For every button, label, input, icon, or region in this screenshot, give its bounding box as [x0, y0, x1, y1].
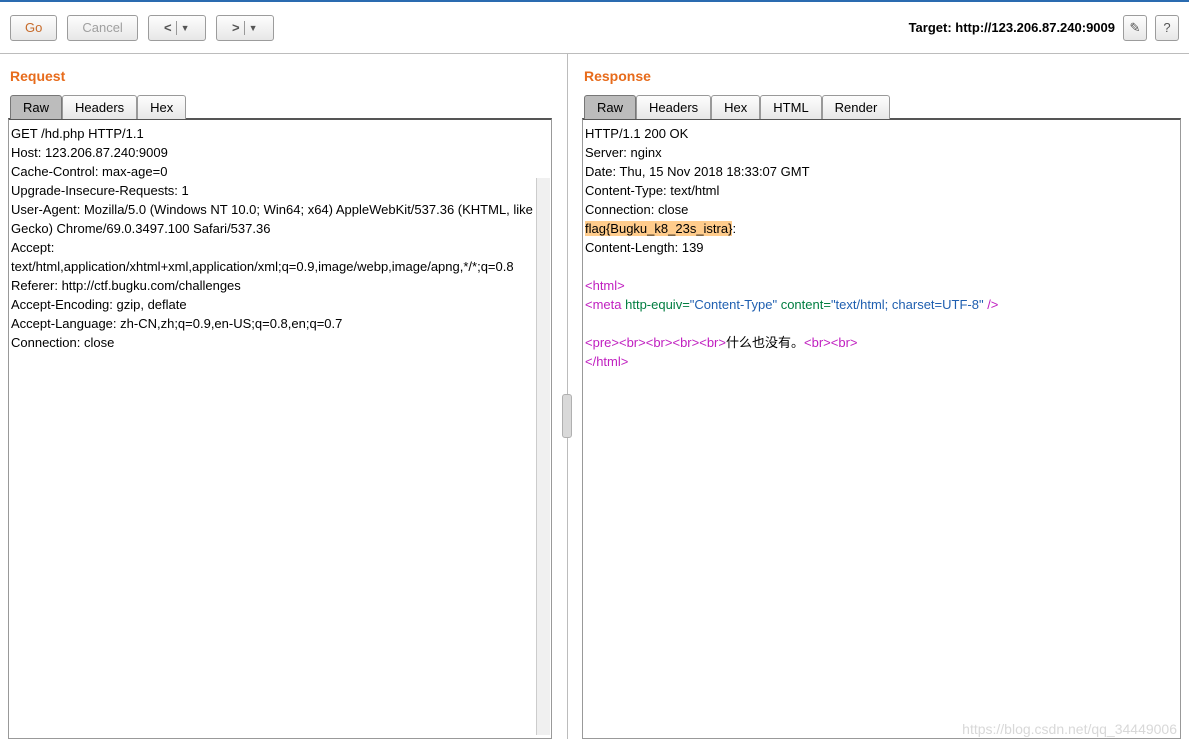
dropdown-icon: ▼ [249, 23, 258, 33]
response-line: Server: nginx [585, 143, 1178, 162]
go-button[interactable]: Go [10, 15, 57, 41]
request-line: GET /hd.php HTTP/1.1 [11, 124, 549, 143]
tab-raw[interactable]: Raw [10, 95, 62, 119]
chevron-right-icon: > [232, 20, 240, 35]
tab-hex[interactable]: Hex [711, 95, 760, 119]
request-line: Accept-Language: zh-CN,zh;q=0.9,en-US;q=… [11, 314, 549, 333]
request-content[interactable]: GET /hd.php HTTP/1.1Host: 123.206.87.240… [8, 118, 552, 739]
target-label: Target: http://123.206.87.240:9009 [909, 20, 1115, 35]
prev-button[interactable]: < ▼ [148, 15, 206, 41]
response-title: Response [584, 68, 1181, 84]
tab-headers[interactable]: Headers [62, 95, 137, 119]
request-line: Referer: http://ctf.bugku.com/challenges [11, 276, 549, 295]
help-icon: ? [1163, 20, 1170, 35]
dropdown-icon: ▼ [181, 23, 190, 33]
request-title: Request [10, 68, 552, 84]
request-line: Upgrade-Insecure-Requests: 1 [11, 181, 549, 200]
toolbar-left: Go Cancel < ▼ > ▼ [10, 15, 274, 41]
tab-render[interactable]: Render [822, 95, 891, 119]
request-line: Cache-Control: max-age=0 [11, 162, 549, 181]
pencil-icon: ✎ [1130, 20, 1141, 36]
request-line: User-Agent: Mozilla/5.0 (Windows NT 10.0… [11, 200, 549, 238]
request-pane: Request Raw Headers Hex GET /hd.php HTTP… [0, 54, 560, 739]
response-line: Content-Type: text/html [585, 181, 1178, 200]
tab-hex[interactable]: Hex [137, 95, 186, 119]
request-line: Host: 123.206.87.240:9009 [11, 143, 549, 162]
tab-html[interactable]: HTML [760, 95, 821, 119]
cancel-button[interactable]: Cancel [67, 15, 137, 41]
response-line: Date: Thu, 15 Nov 2018 18:33:07 GMT [585, 162, 1178, 181]
response-line: Connection: close [585, 200, 1178, 219]
request-line: Accept-Encoding: gzip, deflate [11, 295, 549, 314]
request-line: Connection: close [11, 333, 549, 352]
toolbar: Go Cancel < ▼ > ▼ Target: http://123.206… [0, 2, 1189, 54]
tab-raw[interactable]: Raw [584, 95, 636, 119]
response-pane: Response Raw Headers Hex HTML Render HTT… [574, 54, 1189, 739]
response-tabs: Raw Headers Hex HTML Render [584, 94, 1181, 118]
request-tabs: Raw Headers Hex [10, 94, 552, 118]
next-button[interactable]: > ▼ [216, 15, 274, 41]
pane-divider[interactable] [560, 54, 574, 739]
flag-highlight: flag{Bugku_k8_23s_istra} [585, 221, 732, 236]
toolbar-right: Target: http://123.206.87.240:9009 ✎ ? [909, 15, 1179, 41]
response-content[interactable]: HTTP/1.1 200 OKServer: nginxDate: Thu, 1… [582, 118, 1181, 739]
request-line: Accept: text/html,application/xhtml+xml,… [11, 238, 549, 276]
chevron-left-icon: < [164, 20, 172, 35]
response-line: HTTP/1.1 200 OK [585, 124, 1178, 143]
edit-target-button[interactable]: ✎ [1123, 15, 1147, 41]
tab-headers[interactable]: Headers [636, 95, 711, 119]
scrollbar[interactable] [536, 178, 550, 735]
help-button[interactable]: ? [1155, 15, 1179, 41]
